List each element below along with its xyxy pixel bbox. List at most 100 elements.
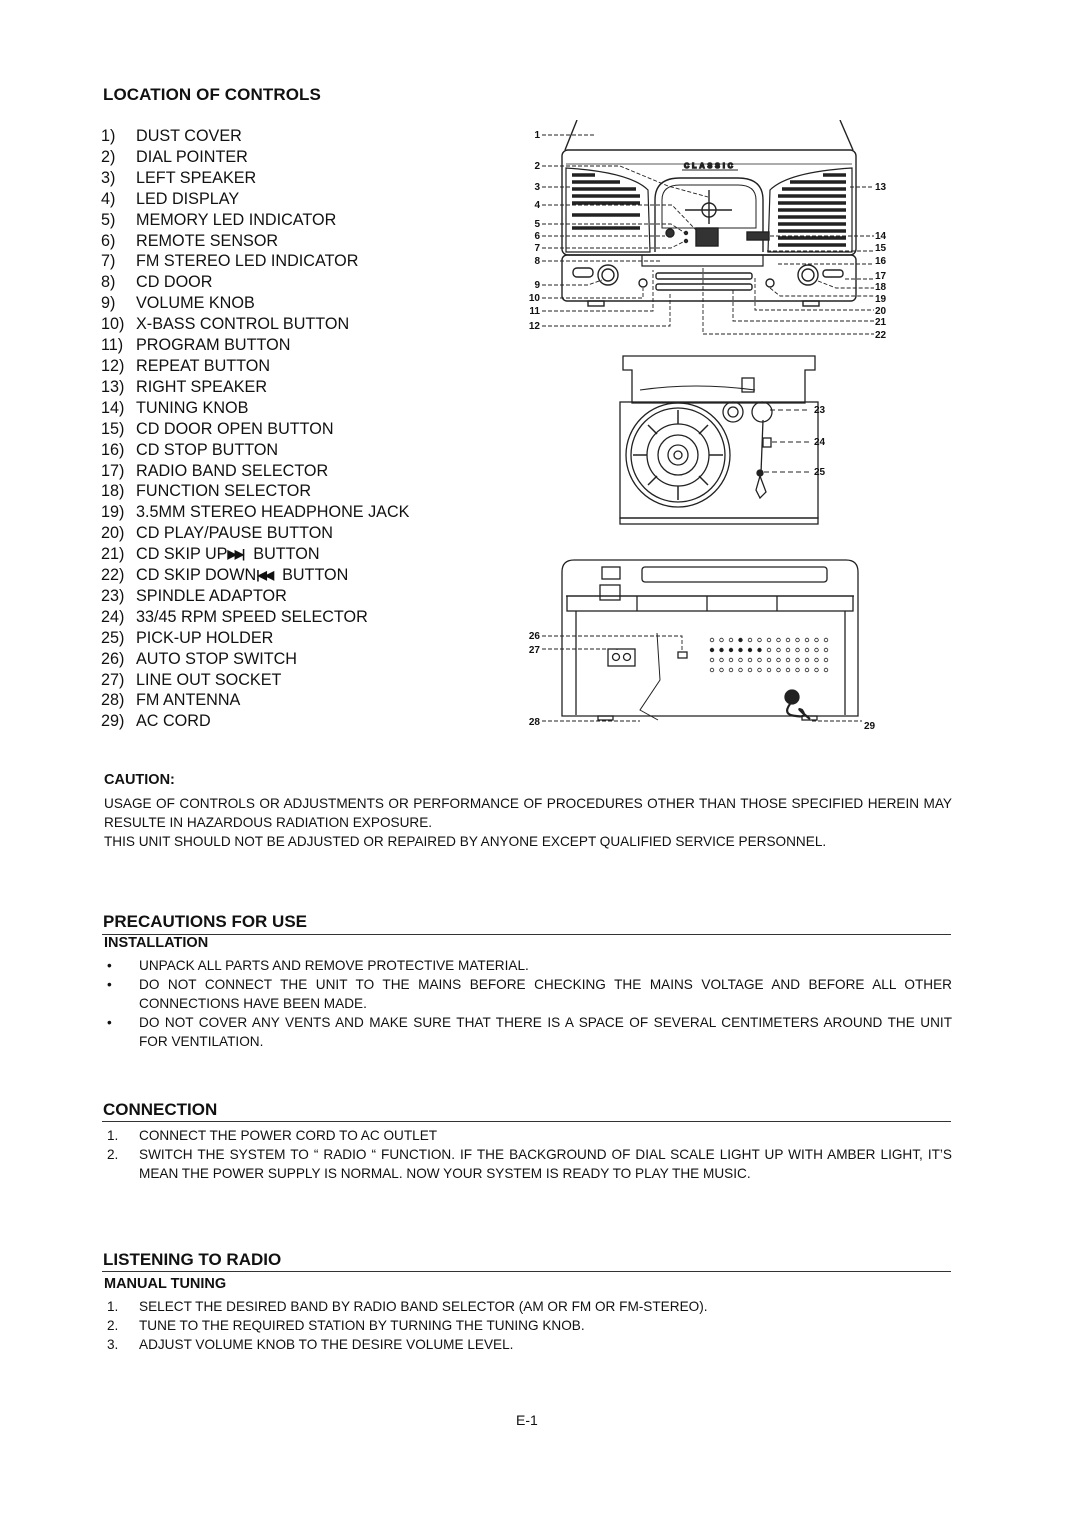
item-label: AC CORD: [136, 712, 211, 731]
controls-list-item: 23) SPINDLE ADAPTOR: [101, 586, 409, 607]
step-number: 2.: [107, 1147, 119, 1162]
vent-hole: [747, 667, 753, 673]
item-number: 23): [101, 586, 125, 605]
vent-hole: [776, 647, 781, 653]
callout-number: 7: [534, 243, 540, 254]
item-label: FUNCTION SELECTOR: [136, 482, 312, 501]
callout-number: 22: [875, 330, 887, 341]
vent-hole: [785, 667, 791, 673]
callout-number: 20: [875, 306, 887, 317]
callout-number: 13: [875, 182, 887, 193]
callout-number: 19: [875, 294, 887, 305]
vent-hole: [804, 647, 810, 653]
step-text: CONNECT THE POWER CORD TO AC OUTLET: [139, 1128, 438, 1143]
vent-hole: [757, 667, 762, 673]
vent-hole: [757, 647, 762, 653]
rear-callout-numbers: 26 27 28 29: [529, 631, 876, 732]
item-number: 6): [101, 231, 116, 250]
installation-item-text: UNPACK ALL PARTS AND REMOVE PROTECTIVE M…: [139, 958, 529, 973]
vent-hole: [814, 647, 819, 653]
item-label: REPEAT BUTTON: [136, 356, 271, 375]
vent-hole: [766, 657, 772, 663]
step-number: 3.: [107, 1337, 119, 1352]
callout-number: 15: [875, 243, 887, 254]
vent-hole: [747, 647, 753, 653]
device-diagram: CLASSIC 12345678910111213141516171819202…: [529, 120, 887, 732]
item-number: 18): [101, 482, 125, 501]
connection-step: 2. SWITCH THE SYSTEM TO “ RADIO “ FUNCTIO…: [104, 1145, 952, 1183]
callout-number: 26: [529, 631, 541, 642]
vent-hole: [776, 637, 781, 643]
vent-hole: [747, 637, 753, 643]
item-label: CD STOP BUTTON: [136, 440, 279, 459]
controls-list-item: 29) AC CORD: [101, 711, 409, 732]
vent-hole: [719, 647, 724, 653]
vent-hole: [804, 667, 810, 673]
section-title-connection: CONNECTION: [103, 1100, 218, 1119]
item-number: 10): [101, 315, 125, 334]
vent-hole: [709, 647, 715, 653]
section-divider: [102, 1121, 951, 1122]
item-label: MEMORY LED INDICATOR: [136, 210, 337, 229]
manual-tuning-list: 1. SELECT THE DESIRED BAND BY RADIO BAND …: [104, 1297, 952, 1354]
callout-number: 9: [534, 280, 540, 291]
item-number: 7): [101, 252, 116, 271]
vent-hole: [795, 657, 800, 663]
item-label: SPINDLE ADAPTOR: [136, 586, 287, 605]
item-label-suffix: BUTTON: [282, 566, 349, 585]
installation-item: • UNPACK ALL PARTS AND REMOVE PROTECTIVE …: [104, 956, 952, 975]
vent-hole: [785, 657, 791, 663]
controls-list-item: 3) LEFT SPEAKER: [101, 168, 409, 189]
subsection-title-manual-tuning: MANUAL TUNING: [104, 1276, 227, 1292]
item-label: DUST COVER: [136, 127, 242, 145]
item-number: 14): [101, 398, 125, 417]
vent-hole: [738, 637, 743, 643]
callout-number: 29: [864, 721, 876, 732]
top-view: [619, 355, 819, 525]
controls-list-item: 9) VOLUME KNOB: [101, 293, 409, 314]
callout-number: 23: [814, 405, 826, 416]
controls-list-item: 21) CD SKIP UP ▶▶| BUTTON: [101, 544, 409, 565]
controls-list-item: 2) DIAL POINTER: [101, 147, 409, 168]
item-label: TUNING KNOB: [136, 398, 249, 417]
callout-number: 12: [529, 321, 541, 332]
item-label: LINE OUT SOCKET: [136, 670, 282, 689]
controls-list-item: 6) REMOTE SENSOR: [101, 231, 409, 252]
callout-number: 25: [814, 467, 826, 478]
controls-list-item: 12) REPEAT BUTTON: [101, 356, 409, 377]
caution-paragraph-1: USAGE OF CONTROLS OR ADJUSTMENTS OR PERF…: [104, 796, 952, 830]
vent-hole: [785, 647, 791, 653]
installation-item-text: DO NOT COVER ANY VENTS AND MAKE SURE THA…: [139, 1015, 952, 1049]
controls-list-item: 11) PROGRAM BUTTON: [101, 335, 409, 356]
connection-step: 1. CONNECT THE POWER CORD TO AC OUTLET: [104, 1126, 952, 1145]
step-text: TUNE TO THE REQUIRED STATION BY TURNING …: [139, 1318, 585, 1333]
callout-number: 28: [529, 717, 541, 728]
item-label: REMOTE SENSOR: [136, 231, 279, 250]
rear-vent-holes: [709, 637, 829, 673]
item-number: 1): [101, 127, 116, 145]
callout-number: 27: [529, 645, 541, 656]
bullet-icon: •: [107, 958, 112, 973]
item-label: PROGRAM BUTTON: [136, 336, 291, 355]
item-label: X-BASS CONTROL BUTTON: [136, 315, 350, 334]
callout-number: 5: [534, 219, 540, 230]
vent-hole: [709, 637, 715, 643]
manual-tuning-step: 1. SELECT THE DESIRED BAND BY RADIO BAND …: [104, 1297, 952, 1316]
controls-list: 1) DUST COVER 2) DIAL POINTER 3) LEFT SPEAKER…: [101, 126, 409, 732]
item-number: 12): [101, 356, 125, 375]
vent-hole: [795, 637, 800, 643]
page-number: E-1: [516, 1412, 538, 1428]
vent-hole: [776, 667, 781, 673]
bullet-icon: •: [107, 977, 112, 992]
vent-hole: [728, 667, 734, 673]
vent-hole: [719, 667, 724, 673]
vent-hole: [738, 647, 743, 653]
installation-list: • UNPACK ALL PARTS AND REMOVE PROTECTIVE …: [104, 956, 952, 1051]
manual-tuning-step: 2. TUNE TO THE REQUIRED STATION BY TURNIN…: [104, 1316, 952, 1335]
callout-number: 4: [534, 200, 540, 211]
vent-hole: [728, 647, 734, 653]
item-label: PICK-UP HOLDER: [136, 628, 274, 647]
vent-hole: [747, 657, 753, 663]
vent-hole: [823, 637, 829, 643]
vent-hole: [814, 667, 819, 673]
